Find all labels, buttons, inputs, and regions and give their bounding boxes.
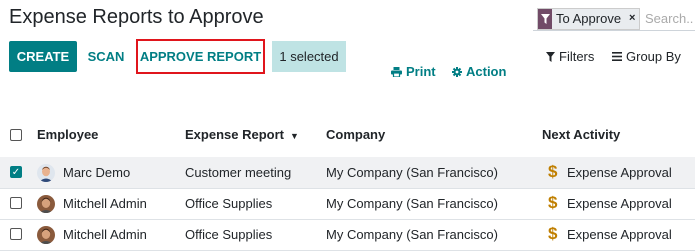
action-menu[interactable]: Action: [452, 64, 506, 79]
row-checkbox[interactable]: [10, 197, 22, 209]
next-activity: Expense Approval: [567, 165, 672, 180]
select-all-checkbox[interactable]: [10, 129, 22, 141]
employee-name: Marc Demo: [63, 165, 131, 180]
expense-report-name: Office Supplies: [185, 196, 273, 211]
print-menu[interactable]: Print: [391, 64, 436, 79]
company-name: My Company (San Francisco): [326, 196, 498, 211]
table-row[interactable]: Mitchell Admin Office Supplies My Compan…: [0, 188, 695, 220]
filters-label: Filters: [559, 49, 595, 64]
bars-icon: [612, 52, 622, 61]
search-bar[interactable]: To Approve ×: [533, 6, 695, 31]
filters-menu[interactable]: Filters: [546, 49, 594, 64]
dollar-icon[interactable]: $: [548, 193, 557, 213]
group-by-label: Group By: [626, 49, 681, 64]
page-title: Expense Reports to Approve: [9, 6, 264, 28]
column-header-next-activity[interactable]: Next Activity: [542, 127, 620, 143]
table-row[interactable]: Mitchell Admin Office Supplies My Compan…: [0, 219, 695, 251]
create-button[interactable]: CREATE: [9, 41, 77, 72]
avatar: [37, 195, 55, 213]
print-icon: [391, 66, 402, 77]
action-label: Action: [466, 64, 507, 79]
facet-remove-icon[interactable]: ×: [625, 9, 639, 29]
print-label: Print: [406, 64, 436, 79]
dollar-icon[interactable]: $: [548, 162, 557, 182]
approve-report-button[interactable]: APPROVE REPORT: [136, 39, 265, 74]
search-input[interactable]: [645, 9, 693, 27]
table-header: Employee Expense Report ▼ Company Next Ac…: [0, 114, 695, 158]
employee-name: Mitchell Admin: [63, 227, 147, 242]
row-checkbox[interactable]: ✓: [10, 166, 22, 178]
column-header-employee[interactable]: Employee: [37, 127, 98, 143]
facet-value: To Approve: [556, 11, 622, 26]
filter-icon: [538, 9, 552, 29]
column-header-expense-report[interactable]: Expense Report ▼: [185, 127, 299, 144]
scan-button[interactable]: SCAN: [84, 41, 128, 72]
employee-name: Mitchell Admin: [63, 196, 147, 211]
search-facet: To Approve ×: [537, 8, 641, 30]
avatar: [37, 164, 55, 182]
sort-desc-icon: ▼: [289, 130, 299, 141]
next-activity: Expense Approval: [567, 196, 672, 211]
avatar: [37, 226, 55, 244]
company-name: My Company (San Francisco): [326, 227, 498, 242]
gear-icon: [452, 66, 462, 77]
expense-report-name: Office Supplies: [185, 227, 273, 242]
column-header-company[interactable]: Company: [326, 127, 385, 143]
expense-report-name: Customer meeting: [185, 165, 292, 180]
row-checkbox[interactable]: [10, 228, 22, 240]
selected-count-badge: 1 selected: [272, 41, 346, 72]
filter-icon: [546, 51, 555, 62]
company-name: My Company (San Francisco): [326, 165, 498, 180]
next-activity: Expense Approval: [567, 227, 672, 242]
dollar-icon[interactable]: $: [548, 224, 557, 244]
table-row[interactable]: ✓ Marc Demo Customer meeting My Company …: [0, 157, 695, 189]
column-header-expense-report-label: Expense Report: [185, 127, 284, 142]
group-by-menu[interactable]: Group By: [612, 49, 681, 64]
